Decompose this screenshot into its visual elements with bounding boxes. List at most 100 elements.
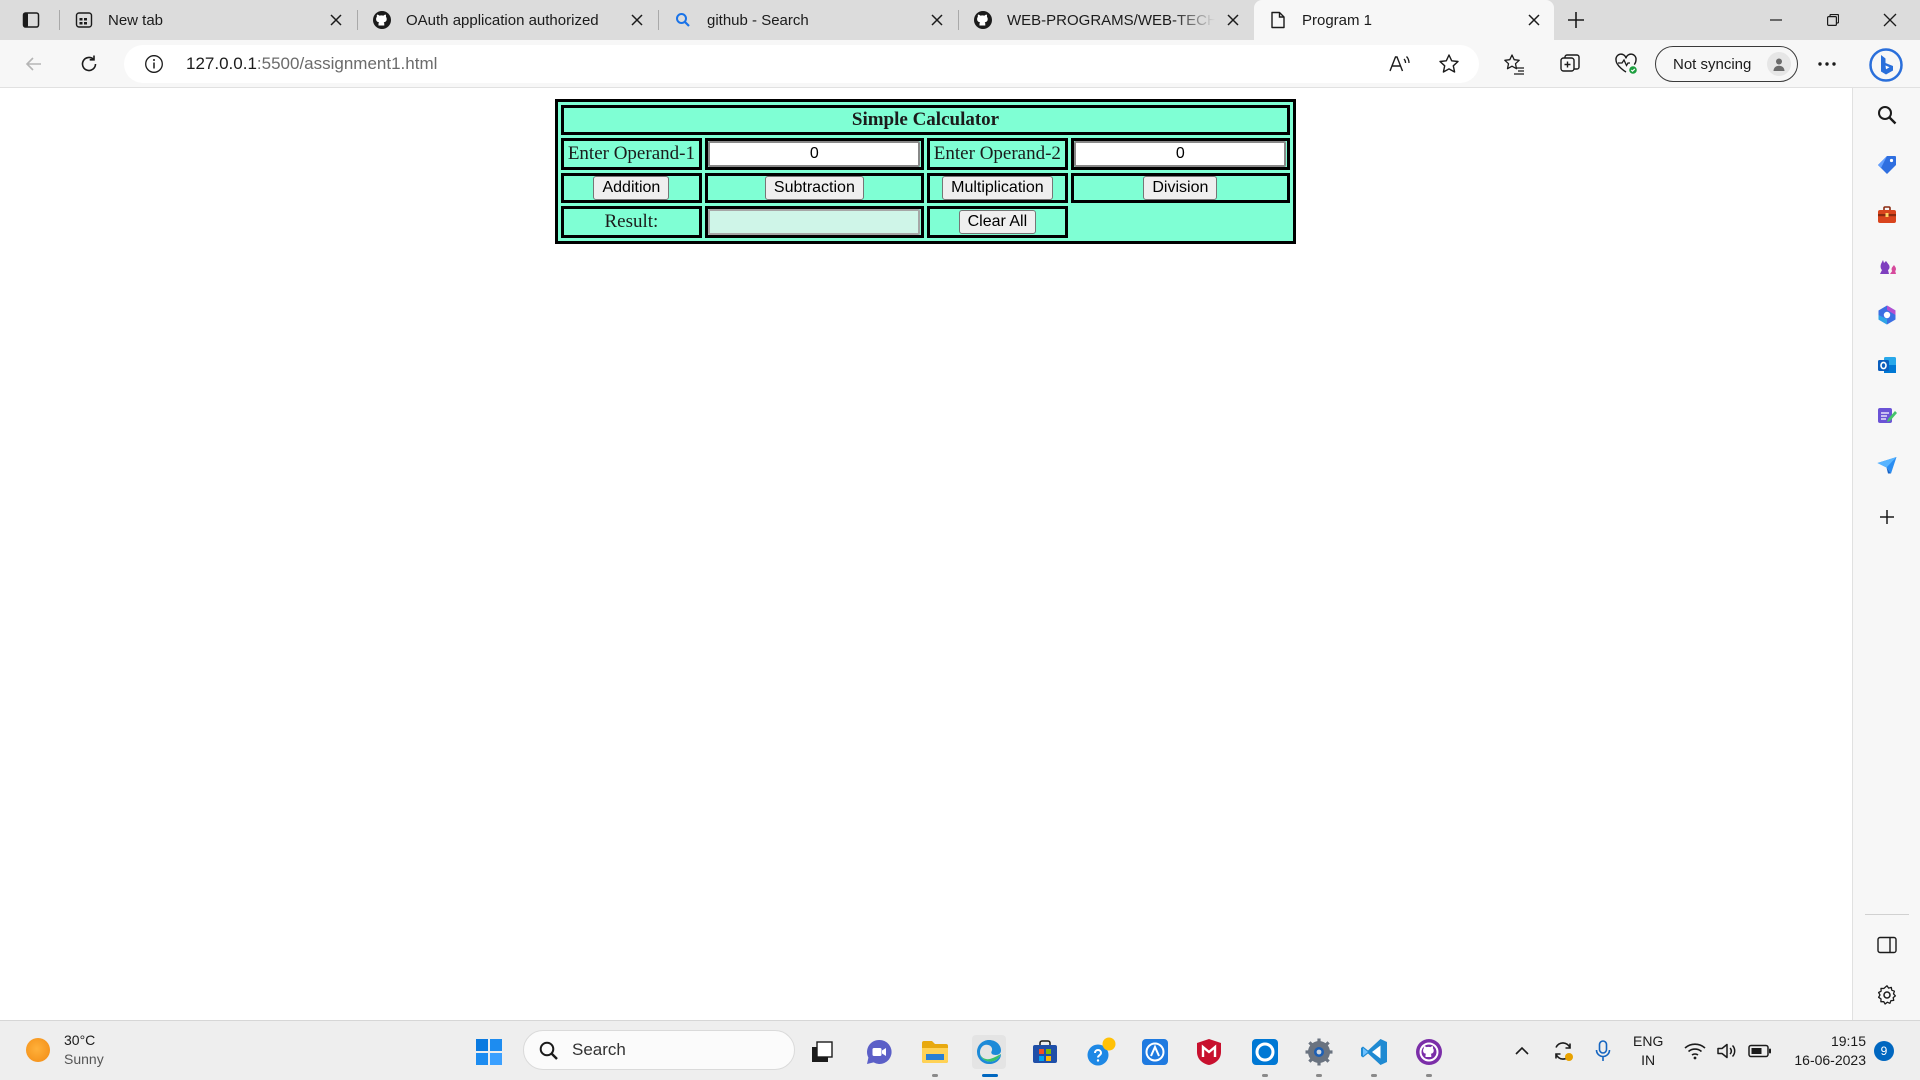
sidebar-drop-button[interactable] (1872, 400, 1902, 430)
sidebar-tools-button[interactable] (1872, 200, 1902, 230)
close-icon[interactable] (1522, 8, 1546, 32)
close-icon[interactable] (625, 8, 649, 32)
taskbar-app-tips[interactable] (1084, 1035, 1118, 1069)
volume-icon (1717, 1043, 1736, 1059)
chess-piece-icon (1880, 260, 1896, 274)
sidebar-outlook-button[interactable] (1872, 350, 1902, 380)
taskbar-search[interactable]: Search (523, 1030, 795, 1070)
profile-sync-button[interactable]: Not syncing (1655, 46, 1798, 82)
tab-title: github - Search (707, 11, 809, 29)
settings-and-more-button[interactable] (1811, 48, 1843, 80)
tab-title: OAuth application authorized (406, 11, 599, 29)
weather-widget[interactable]: 30°C Sunny (26, 1031, 104, 1069)
url-text[interactable]: 127.0.0.1:5500/assignment1.html (186, 54, 437, 74)
sidebar-send-button[interactable] (1872, 450, 1902, 480)
running-indicator (1316, 1074, 1322, 1077)
chevron-up-icon (1515, 1046, 1529, 1055)
tab-title: New tab (108, 11, 164, 29)
bing-icon (1869, 48, 1903, 82)
sidebar-hide-button[interactable] (1872, 930, 1902, 960)
collections-button[interactable] (1554, 48, 1586, 80)
restore-button[interactable] (1805, 0, 1861, 40)
clock-time: 19:15 (1830, 1033, 1866, 1049)
sidebar-add-button[interactable] (1872, 502, 1902, 532)
taskbar-app-settings[interactable] (1302, 1035, 1336, 1077)
more-icon (1818, 62, 1836, 66)
operand-2-label: Enter Operand-2 (926, 138, 1068, 170)
edge-icon (977, 1040, 1001, 1065)
operand-2-input[interactable] (1074, 141, 1287, 167)
tab-oauth[interactable]: OAuth application authorized (358, 0, 657, 40)
tab-title: Program 1 (1302, 11, 1373, 29)
tab-actions-button[interactable] (14, 6, 48, 34)
sun-icon (26, 1038, 50, 1062)
taskbar-app-nav[interactable] (1138, 1035, 1172, 1069)
favorites-button[interactable] (1498, 48, 1530, 80)
taskbar-app-mcafee[interactable] (1192, 1035, 1226, 1069)
page-content: Simple Calculator Enter Operand-1 Enter … (0, 89, 1852, 1020)
tab-program-1[interactable]: Program 1 (1254, 0, 1554, 40)
addition-cell: Addition (561, 173, 702, 203)
taskbar-app-edge[interactable] (972, 1035, 1006, 1077)
sidebar-search-button[interactable] (1872, 100, 1902, 130)
tab-actions-icon (22, 12, 40, 28)
tab-web-programs[interactable]: WEB-PROGRAMS/WEB-TECHNO (959, 0, 1253, 40)
sidebar-office-button[interactable] (1872, 300, 1902, 330)
new-tab-button[interactable] (1562, 6, 1590, 34)
search-icon (1878, 106, 1897, 125)
back-button[interactable] (18, 48, 50, 80)
collections-icon (1560, 54, 1580, 72)
subtraction-cell: Subtraction (704, 173, 924, 203)
address-bar[interactable]: 127.0.0.1:5500/assignment1.html (124, 45, 1479, 83)
github-desktop-icon (1416, 1039, 1442, 1065)
tray-microphone-icon[interactable] (1592, 1039, 1614, 1063)
taskbar-app-store[interactable] (1028, 1035, 1062, 1069)
subtraction-button[interactable]: Subtraction (764, 176, 864, 200)
close-icon[interactable] (1221, 8, 1245, 32)
notification-badge[interactable]: 9 (1874, 1041, 1894, 1061)
sidebar-settings-button[interactable] (1872, 980, 1902, 1010)
close-icon[interactable] (925, 8, 949, 32)
result-output[interactable] (708, 209, 921, 235)
taskbar-app-file-explorer[interactable] (918, 1035, 952, 1077)
task-view-icon (812, 1041, 833, 1062)
tab-new-tab[interactable]: New tab (60, 0, 356, 40)
task-view-button[interactable] (805, 1035, 839, 1069)
tray-sync-icon[interactable] (1550, 1039, 1576, 1063)
language-indicator[interactable]: ENG IN (1633, 1032, 1663, 1070)
toolbox-icon (1878, 206, 1896, 223)
addition-button[interactable]: Addition (593, 176, 670, 200)
show-hidden-icons-button[interactable] (1512, 1039, 1532, 1063)
taskbar-app-teams[interactable] (862, 1035, 896, 1069)
close-icon[interactable] (324, 8, 348, 32)
read-aloud-button[interactable] (1384, 49, 1414, 79)
taskbar-app-github-desktop[interactable] (1412, 1035, 1446, 1077)
wifi-icon (1684, 1043, 1706, 1060)
clear-all-button[interactable]: Clear All (958, 210, 1037, 234)
tab-title: WEB-PROGRAMS/WEB-TECHNO (1007, 11, 1215, 29)
quick-settings-button[interactable] (1684, 1039, 1772, 1063)
operand-1-input[interactable] (708, 141, 921, 167)
sidebar-shopping-button[interactable] (1872, 150, 1902, 180)
info-icon[interactable] (144, 54, 164, 74)
favorite-button[interactable] (1434, 49, 1464, 79)
refresh-button[interactable] (73, 48, 105, 80)
plus-icon (1568, 12, 1584, 28)
operations-row: Addition Subtraction Multiplication Divi… (561, 173, 1290, 203)
outlook-icon (1878, 357, 1896, 373)
clock[interactable]: 19:15 16-06-2023 (1780, 1032, 1866, 1070)
taskbar-app-vscode[interactable] (1357, 1035, 1391, 1077)
close-window-button[interactable] (1862, 0, 1918, 40)
sidebar-games-button[interactable] (1872, 250, 1902, 280)
tab-github-search[interactable]: github - Search (659, 0, 957, 40)
star-icon (1439, 54, 1459, 73)
division-button[interactable]: Division (1143, 176, 1218, 200)
minimize-button[interactable] (1748, 0, 1804, 40)
taskbar-app-ring[interactable] (1248, 1035, 1282, 1077)
multiplication-button[interactable]: Multiplication (942, 176, 1053, 200)
browser-essentials-button[interactable] (1610, 48, 1642, 80)
microphone-icon (1595, 1040, 1611, 1061)
avatar (1767, 52, 1791, 76)
start-button[interactable] (472, 1035, 506, 1069)
copilot-button[interactable] (1866, 46, 1906, 84)
